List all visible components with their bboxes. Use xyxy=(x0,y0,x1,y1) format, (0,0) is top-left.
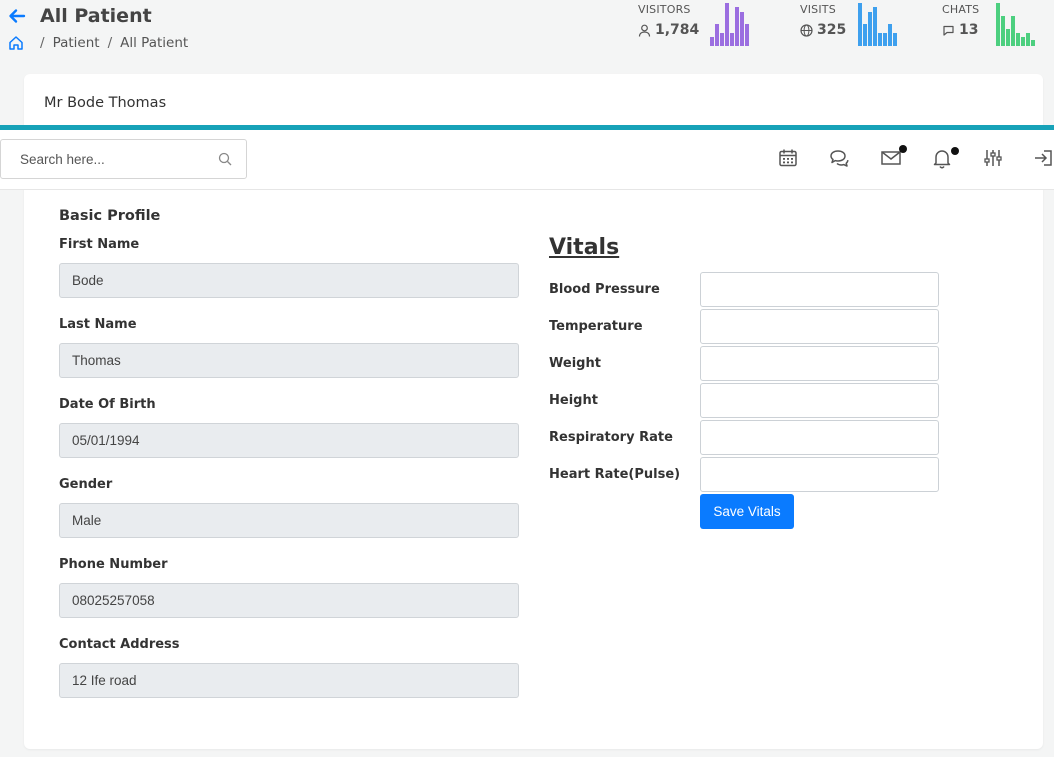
breadcrumb: / Patient / All Patient xyxy=(8,35,188,51)
globe-icon xyxy=(800,23,813,37)
last-name-label: Last Name xyxy=(59,317,137,332)
sliders-icon[interactable] xyxy=(982,147,1004,169)
page-title: All Patient xyxy=(40,5,152,27)
sparkline-bar xyxy=(740,12,744,46)
basic-profile-heading: Basic Profile xyxy=(59,208,161,224)
breadcrumb-patient[interactable]: Patient xyxy=(53,35,100,51)
bell-icon[interactable] xyxy=(931,147,953,169)
stat-chats: CHATS 13 xyxy=(942,3,979,38)
sparkline-bar xyxy=(745,24,749,46)
sparkline-bar xyxy=(863,24,867,46)
stat-label: VISITORS xyxy=(638,3,691,16)
stat-value: 1,784 xyxy=(655,22,700,38)
sparkline-bar xyxy=(735,7,739,46)
chat-icon xyxy=(943,25,954,36)
sparkline-bar xyxy=(1021,37,1025,46)
dob-field[interactable]: 05/01/1994 xyxy=(59,423,519,458)
logout-icon[interactable] xyxy=(1033,147,1054,169)
stat-label: VISITS xyxy=(800,3,836,16)
address-field[interactable]: 12 Ife road xyxy=(59,663,519,698)
page-header: All Patient / Patient / All Patient VISI… xyxy=(0,0,1054,70)
user-icon xyxy=(638,24,651,37)
mail-notification-dot xyxy=(899,145,907,153)
phone-label: Phone Number xyxy=(59,557,168,572)
back-arrow-icon[interactable] xyxy=(8,7,26,25)
sparkline-bar xyxy=(720,33,724,46)
vitals-heading: Vitals xyxy=(549,235,620,260)
breadcrumb-separator: / xyxy=(40,35,45,51)
address-label: Contact Address xyxy=(59,637,180,652)
stat-value: 13 xyxy=(959,22,979,38)
temperature-input[interactable] xyxy=(700,309,939,344)
sparkline-bar xyxy=(710,37,714,46)
sparkline-bar xyxy=(715,24,719,46)
stat-label: CHATS xyxy=(942,3,980,16)
chats-sparkline xyxy=(996,3,1036,46)
first-name-label: First Name xyxy=(59,237,140,252)
sparkline-bar xyxy=(883,33,887,46)
sparkline-bar xyxy=(858,3,862,46)
last-name-field[interactable]: Thomas xyxy=(59,343,519,378)
sparkline-bar xyxy=(1001,16,1005,46)
blood-pressure-label: Blood Pressure xyxy=(549,282,660,297)
search-input[interactable] xyxy=(1,140,201,178)
temperature-label: Temperature xyxy=(549,319,643,334)
dob-label: Date Of Birth xyxy=(59,397,156,412)
sparkline-bar xyxy=(725,3,729,46)
sparkline-bar xyxy=(1026,33,1030,46)
height-input[interactable] xyxy=(700,383,939,418)
topbar xyxy=(0,130,1054,190)
height-label: Height xyxy=(549,393,598,408)
weight-input[interactable] xyxy=(700,346,939,381)
patient-name: Mr Bode Thomas xyxy=(44,95,167,111)
sparkline-bar xyxy=(730,33,734,46)
search-box xyxy=(0,139,247,179)
stat-visits: VISITS 325 xyxy=(800,3,846,38)
stat-value: 325 xyxy=(817,22,847,38)
sparkline-bar xyxy=(893,33,897,46)
sparkline-bar xyxy=(1006,29,1010,46)
phone-field[interactable]: 08025257058 xyxy=(59,583,519,618)
heart-rate-input[interactable] xyxy=(700,457,939,492)
chat-icon[interactable] xyxy=(828,147,850,169)
visitors-sparkline xyxy=(710,3,750,46)
sparkline-bar xyxy=(868,12,872,46)
gender-label: Gender xyxy=(59,477,113,492)
sparkline-bar xyxy=(1016,33,1020,46)
sparkline-bar xyxy=(888,24,892,46)
sparkline-bar xyxy=(996,3,1000,46)
breadcrumb-separator: / xyxy=(107,35,113,51)
visits-sparkline xyxy=(858,3,898,46)
sparkline-bar xyxy=(1031,40,1035,46)
gender-field[interactable]: Male xyxy=(59,503,519,538)
blood-pressure-input[interactable] xyxy=(700,272,939,307)
sparkline-bar xyxy=(878,33,882,46)
breadcrumb-current: All Patient xyxy=(120,35,189,51)
sparkline-bar xyxy=(1011,16,1015,46)
stat-visitors: VISITORS 1,784 xyxy=(638,3,699,38)
home-icon[interactable] xyxy=(8,35,24,51)
bell-notification-dot xyxy=(951,147,959,155)
respiratory-rate-label: Respiratory Rate xyxy=(549,430,673,445)
weight-label: Weight xyxy=(549,356,601,371)
first-name-field[interactable]: Bode xyxy=(59,263,519,298)
sparkline-bar xyxy=(873,7,877,46)
respiratory-rate-input[interactable] xyxy=(700,420,939,455)
calendar-icon[interactable] xyxy=(777,147,799,169)
save-vitals-button[interactable]: Save Vitals xyxy=(700,494,794,529)
heart-rate-label: Heart Rate(Pulse) xyxy=(549,467,681,482)
search-icon[interactable] xyxy=(218,152,232,166)
